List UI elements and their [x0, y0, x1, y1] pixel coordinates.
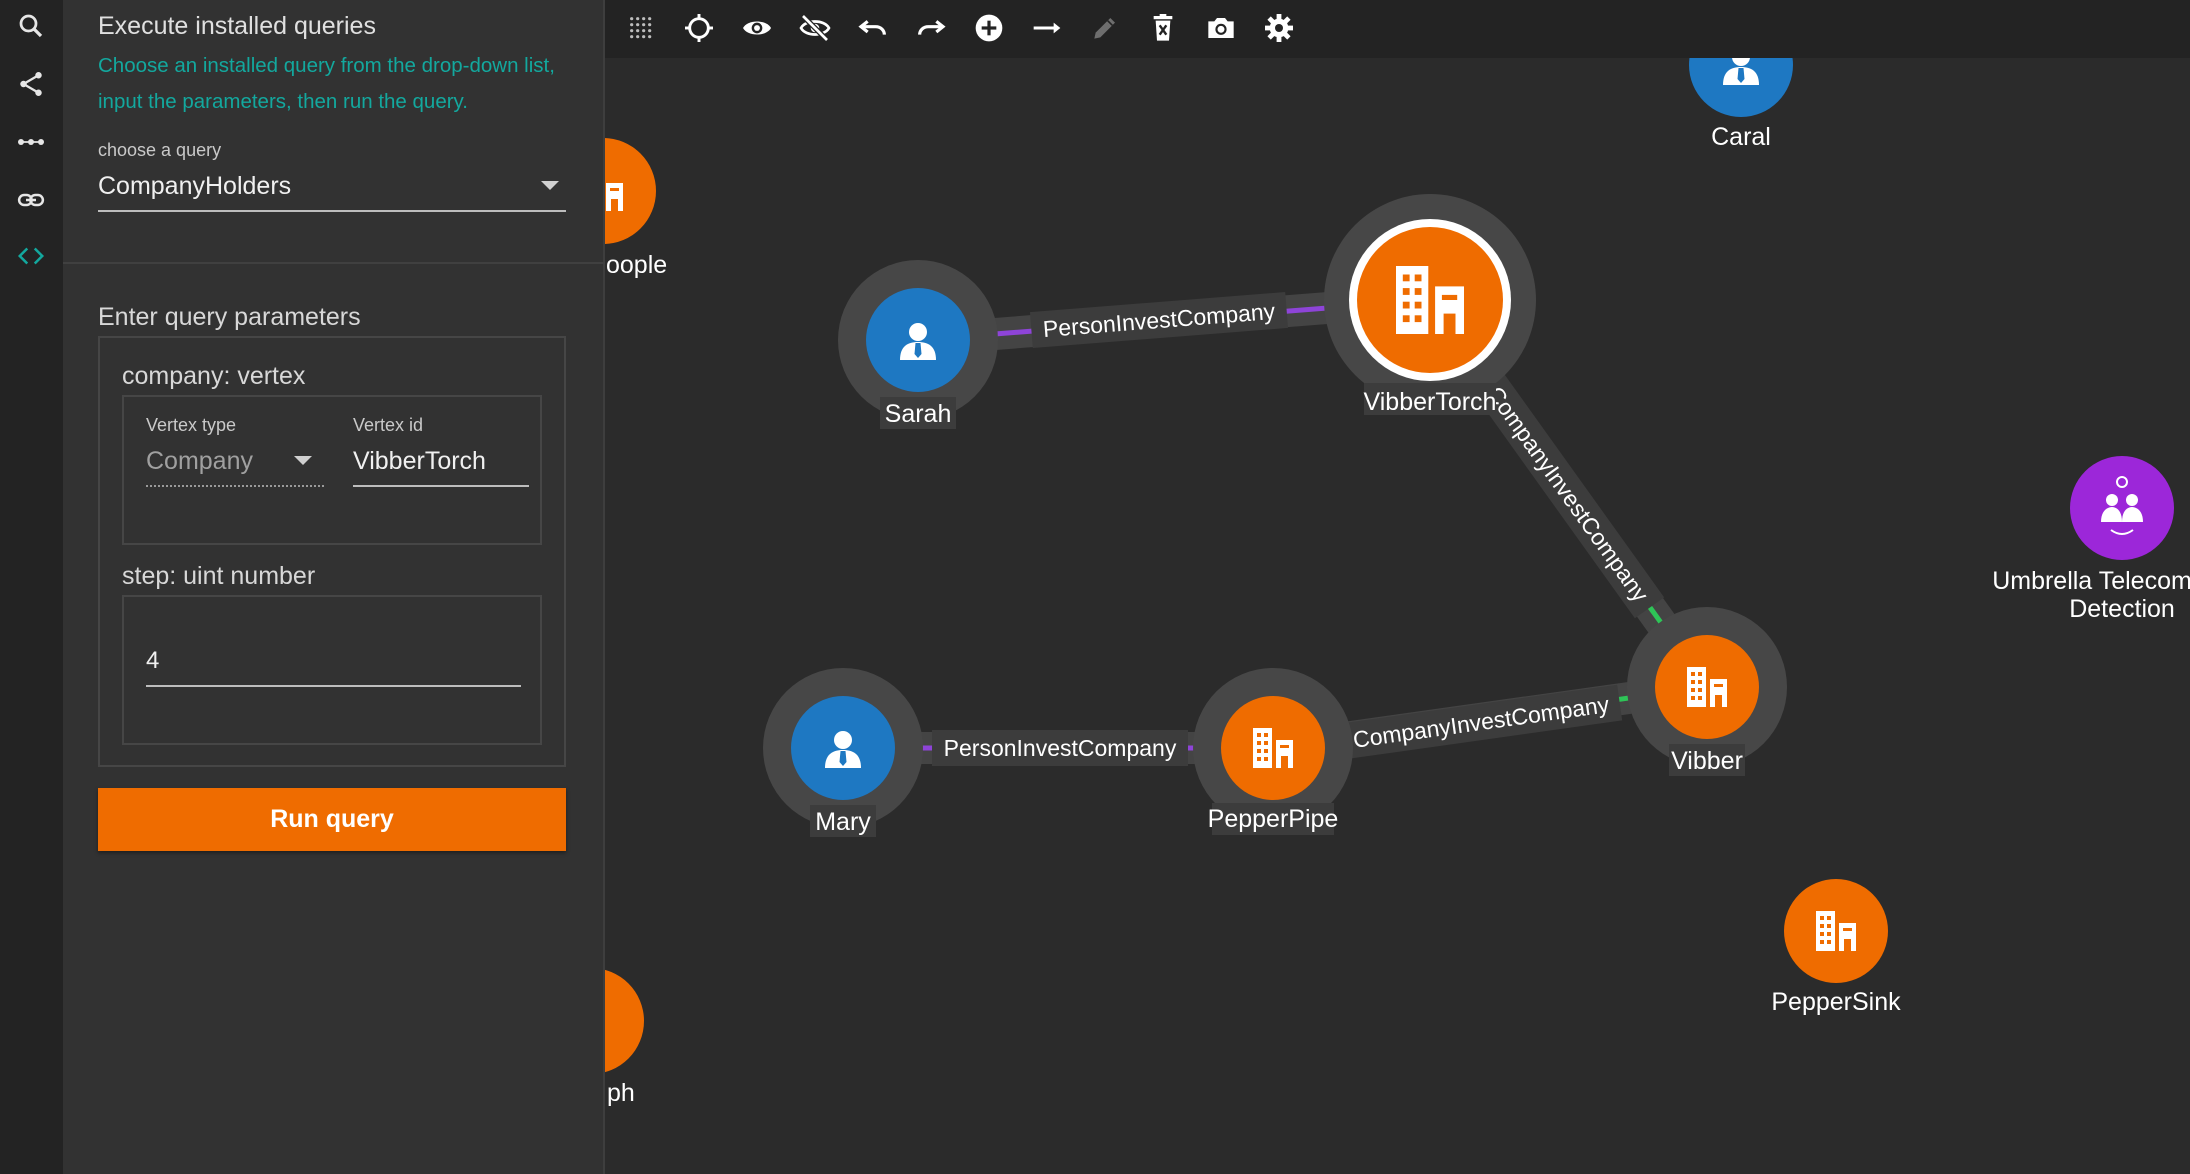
vertex-caral[interactable]: Caral — [1689, 58, 1793, 151]
step-param-label: step: uint number — [122, 562, 316, 590]
edge-label-vibber-vibbertorch[interactable]: CompanyInvestCompany — [1471, 369, 1665, 619]
edge-label-text: PersonInvestCompany — [944, 735, 1177, 761]
vertex-label: Vibber — [1671, 747, 1743, 775]
edit-icon[interactable] — [1083, 6, 1127, 50]
vertex-umbrella-telecom[interactable]: Umbrella Telecom Detection — [1992, 456, 2190, 623]
query-select[interactable]: CompanyHolders — [98, 166, 566, 214]
vertex-type-value: Company — [146, 447, 253, 475]
params-box: company: vertex Vertex type Company Vert… — [98, 336, 566, 767]
vertex-label: Caral — [1711, 123, 1771, 151]
panel-description: Choose an installed query from the drop-… — [98, 54, 555, 113]
vertex-label: oople — [606, 251, 667, 279]
chevron-down-icon — [294, 456, 312, 465]
run-query-button[interactable]: Run query — [98, 788, 566, 851]
show-icon[interactable] — [735, 6, 779, 50]
panel-title: Execute installed queries — [98, 12, 376, 40]
edge-label-pepperpipe-vibber[interactable]: CompanyInvestCompany — [1339, 684, 1623, 760]
step-input-value: 4 — [146, 647, 160, 674]
edge-label-mary-pepperpipe[interactable]: PersonInvestCompany — [932, 730, 1188, 766]
vertex-vibber[interactable]: Vibber — [1627, 607, 1787, 776]
vertex-label: Sarah — [885, 400, 952, 428]
graph-canvas[interactable]: PersonInvestCompany CompanyInvestCompany… — [605, 58, 2190, 1174]
vertex-pepperpipe[interactable]: PepperPipe — [1193, 668, 1353, 835]
vertex-input-box: Vertex type Company Vertex id VibberTorc… — [122, 395, 542, 545]
search-icon[interactable] — [10, 5, 52, 47]
edge-label-text: CompanyInvestCompany — [1482, 381, 1654, 607]
add-edge-icon[interactable] — [1025, 6, 1069, 50]
vertex-type-underline — [146, 485, 324, 487]
vertex-mary[interactable]: Mary — [763, 668, 923, 837]
step-input-underline — [146, 685, 521, 687]
edge-label-sarah-vibbertorch[interactable]: PersonInvestCompany — [1029, 292, 1289, 348]
delete-icon[interactable] — [1141, 6, 1185, 50]
share-icon[interactable] — [10, 63, 52, 105]
vertex-label: VibberTorch — [1364, 388, 1497, 416]
vertex-label: ph — [607, 1079, 635, 1107]
vertex-label: Mary — [815, 808, 871, 836]
vertex-type-select[interactable]: Company — [146, 441, 324, 489]
query-select-value: CompanyHolders — [98, 172, 292, 200]
vertex-label: PepperSink — [1771, 988, 1901, 1016]
graph-studio-app: Execute installed queries Choose an inst… — [0, 0, 2190, 1174]
add-vertex-icon[interactable] — [967, 6, 1011, 50]
params-heading: Enter query parameters — [98, 303, 361, 331]
settings-icon[interactable] — [1257, 6, 1301, 50]
graph-toolbar — [605, 0, 2190, 58]
vertex-id-input[interactable]: VibberTorch — [353, 441, 529, 489]
vertex-id-underline — [353, 485, 529, 487]
locate-icon[interactable] — [677, 6, 721, 50]
vertex-id-label: Vertex id — [353, 415, 424, 435]
redo-icon[interactable] — [909, 6, 953, 50]
graph-svg[interactable]: PersonInvestCompany CompanyInvestCompany… — [605, 58, 2190, 1174]
dots-path-icon[interactable] — [10, 121, 52, 163]
company-param-label: company: vertex — [122, 362, 306, 390]
vertex-label-line2: Detection — [2069, 595, 2175, 623]
vertex-sarah[interactable]: Sarah — [838, 260, 998, 429]
link-icon[interactable] — [10, 179, 52, 221]
undo-icon[interactable] — [851, 6, 895, 50]
step-input-box: 4 — [122, 595, 542, 745]
vertex-id-value: VibberTorch — [353, 447, 486, 475]
left-icon-rail — [0, 0, 63, 1174]
panel-divider — [63, 262, 605, 264]
query-select-underline — [98, 210, 566, 212]
vertex-type-label: Vertex type — [146, 415, 237, 435]
vertex-people-partial[interactable]: oople — [605, 138, 667, 279]
installed-queries-panel: Execute installed queries Choose an inst… — [63, 0, 605, 1174]
chevron-down-icon — [541, 181, 559, 190]
step-input[interactable]: 4 — [146, 641, 521, 689]
edge-label-text: CompanyInvestCompany — [1351, 691, 1611, 753]
code-icon[interactable] — [10, 235, 52, 277]
grid-icon[interactable] — [619, 6, 663, 50]
query-select-label: choose a query — [98, 140, 222, 160]
snapshot-icon[interactable] — [1199, 6, 1243, 50]
vertex-peppersink[interactable]: PepperSink — [1771, 879, 1901, 1016]
vertex-graph-partial[interactable]: ph — [605, 968, 644, 1107]
vertex-label-line1: Umbrella Telecom — [1992, 567, 2190, 595]
hide-icon[interactable] — [793, 6, 837, 50]
vertex-label: PepperPipe — [1208, 805, 1339, 833]
